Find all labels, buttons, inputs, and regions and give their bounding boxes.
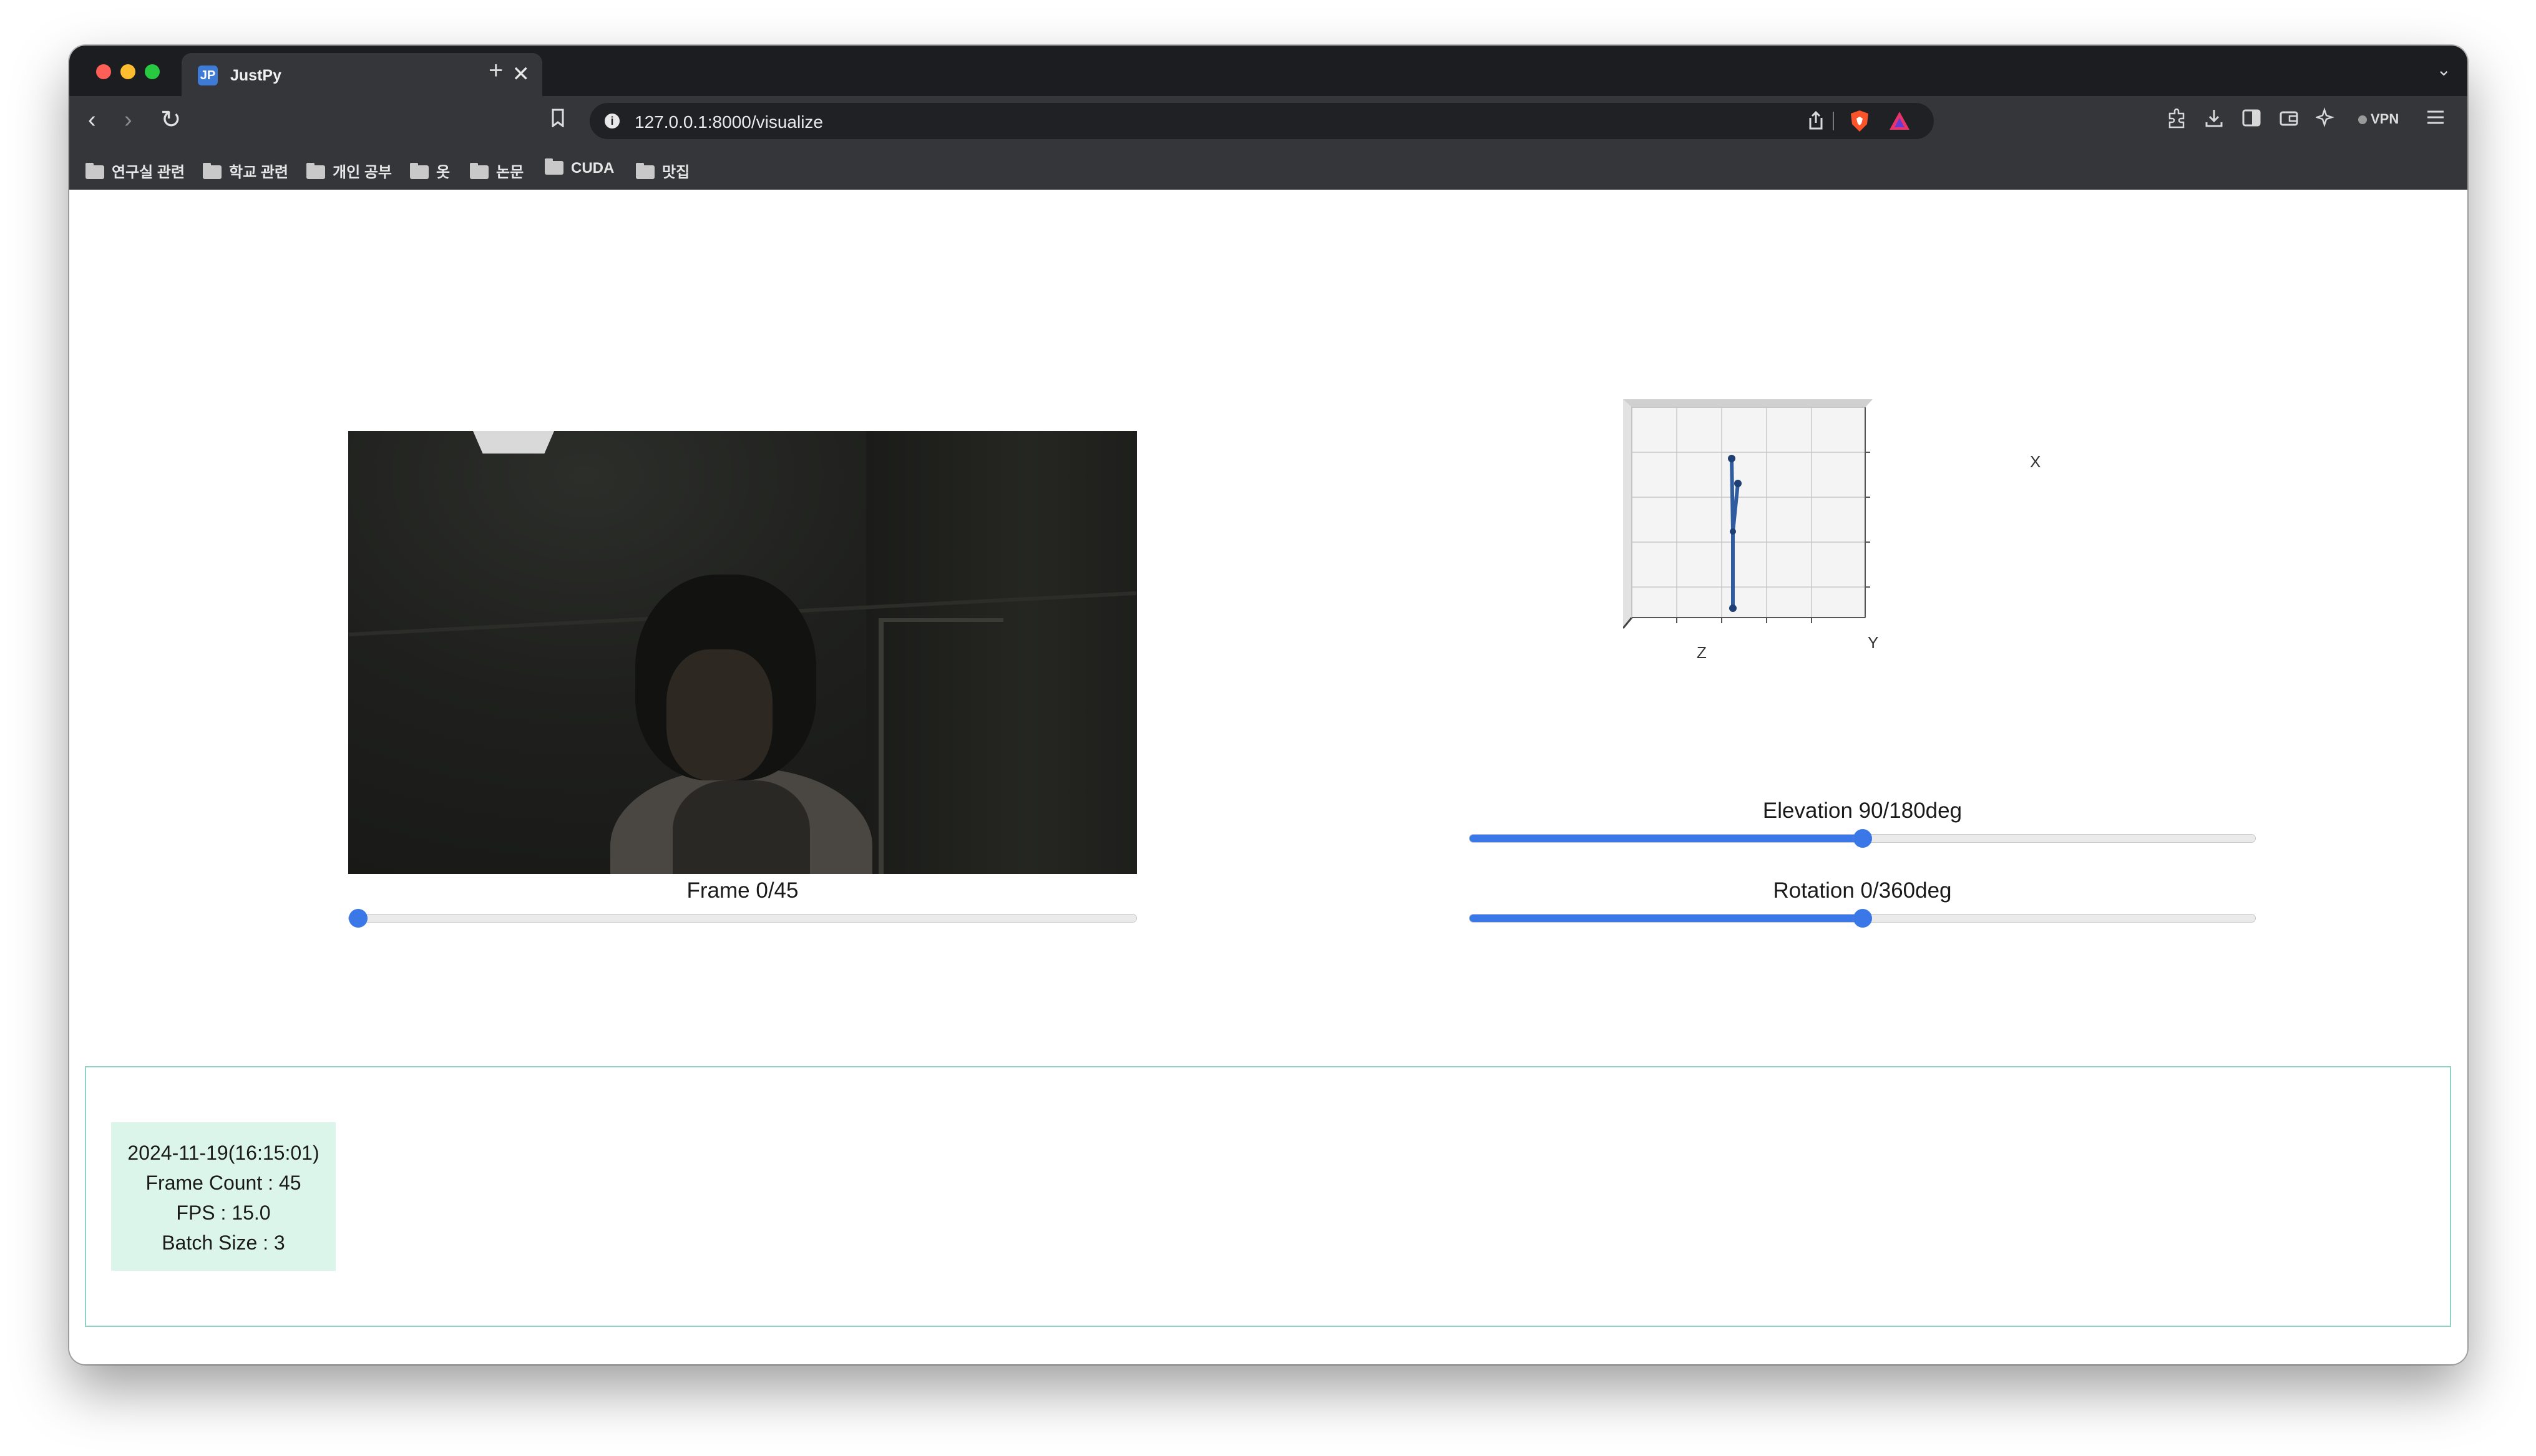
forward-button[interactable]: ›: [124, 106, 132, 133]
rotation-slider-fill: [1470, 915, 1863, 922]
bookmark-folder-label: 연구실 관련: [112, 164, 185, 181]
omnibox-divider: [1833, 112, 1834, 130]
tab-title: JustPy: [230, 67, 281, 84]
frame-slider[interactable]: [348, 909, 1137, 928]
bookmark-folder[interactable]: 개인 공부: [306, 160, 392, 182]
folder-icon: [306, 162, 325, 179]
share-icon[interactable]: [1808, 110, 1824, 135]
folder-icon: [636, 162, 655, 179]
browser-toolbar: ‹ › ↻ i 127.0.0.1:8000/visualize VPN: [69, 96, 2467, 146]
folder-icon: [470, 162, 489, 179]
bookmark-folder[interactable]: 논문: [470, 160, 524, 182]
bookmark-folder[interactable]: 학교 관련: [203, 160, 288, 182]
stats-box: 2024-11-19(16:15:01) Frame Count : 45 FP…: [111, 1122, 336, 1271]
new-tab-button[interactable]: +: [489, 57, 503, 84]
elevation-slider-thumb[interactable]: [1853, 829, 1872, 848]
fps-text: FPS : 15.0: [176, 1201, 271, 1224]
frame-slider-label: Frame 0/45: [686, 878, 799, 903]
bookmark-folder[interactable]: 연구실 관련: [85, 160, 185, 182]
back-button[interactable]: ‹: [88, 106, 96, 133]
y-axis-label: Y: [1868, 633, 1879, 652]
bookmark-folder-label: 논문: [496, 164, 524, 181]
folder-icon: [203, 162, 222, 179]
bookmark-folder-label: 개인 공부: [333, 164, 392, 181]
elevation-slider-fill: [1470, 835, 1863, 842]
pose-3d-plot[interactable]: X Y Z: [1622, 384, 2122, 708]
elevation-slider[interactable]: [1469, 829, 2256, 848]
datetime-text: 2024-11-19(16:15:01): [127, 1142, 319, 1164]
zoom-window-button[interactable]: [145, 64, 160, 79]
site-info-icon[interactable]: i: [605, 114, 620, 129]
page-content: Frame 0/45 X Y Z Elevation 90/180deg Rot…: [69, 190, 2467, 1364]
elevation-slider-label: Elevation 90/180deg: [1762, 798, 1963, 823]
reload-button[interactable]: ↻: [160, 106, 182, 133]
bookmark-folder[interactable]: CUDA: [545, 158, 615, 177]
brave-shields-icon[interactable]: [1848, 109, 1871, 133]
wallet-icon[interactable]: [2278, 107, 2299, 134]
bookmark-folder-label: CUDA: [571, 160, 615, 177]
url-text[interactable]: 127.0.0.1:8000/visualize: [635, 112, 823, 132]
bookmark-folder[interactable]: 맛집: [636, 160, 690, 182]
minimize-window-button[interactable]: [120, 64, 135, 79]
sidebar-icon[interactable]: [2241, 107, 2262, 134]
bookmark-folder-label: 맛집: [662, 164, 690, 181]
leo-ai-icon[interactable]: [2314, 107, 2337, 134]
address-bar[interactable]: i 127.0.0.1:8000/visualize: [590, 103, 1934, 139]
batch-size-text: Batch Size : 3: [162, 1231, 285, 1254]
x-axis-label: X: [2030, 452, 2041, 471]
info-panel: 2024-11-19(16:15:01) Frame Count : 45 FP…: [85, 1066, 2451, 1327]
downloads-icon[interactable]: [2203, 107, 2225, 134]
z-axis-label: Z: [1697, 643, 1707, 662]
folder-icon: [410, 162, 429, 179]
tab-search-chevron-icon[interactable]: ⌄: [2437, 59, 2451, 80]
bookmark-icon[interactable]: [551, 109, 565, 132]
bookmark-folder-label: 옷: [436, 164, 451, 181]
menu-icon[interactable]: [2426, 107, 2446, 132]
folder-icon: [545, 158, 563, 175]
video-frame-image: [348, 431, 1137, 874]
rotation-slider-thumb[interactable]: [1853, 909, 1872, 928]
extensions-icon[interactable]: [2166, 107, 2187, 134]
frame-slider-thumb[interactable]: [349, 909, 368, 928]
bookmarks-bar: 연구실 관련 학교 관련 개인 공부 옷 논문 CUDA 맛집: [69, 146, 2467, 190]
justpy-favicon-icon: JP: [198, 66, 218, 85]
frame-count-text: Frame Count : 45: [145, 1172, 301, 1194]
rotation-slider-label: Rotation 0/360deg: [1773, 878, 1952, 903]
bookmark-folder-label: 학교 관련: [229, 164, 288, 181]
vpn-status-icon: [2358, 115, 2367, 125]
tab-close-icon[interactable]: ✕: [512, 62, 530, 87]
folder-icon: [85, 162, 104, 179]
rotation-slider[interactable]: [1469, 909, 2256, 928]
tab-strip: JP JustPy ✕ + ⌄: [69, 46, 2467, 96]
vpn-button[interactable]: VPN: [2358, 111, 2399, 127]
close-window-button[interactable]: [96, 64, 111, 79]
vpn-label: VPN: [2371, 111, 2399, 127]
brave-rewards-icon[interactable]: [1888, 109, 1911, 133]
bookmark-folder[interactable]: 옷: [410, 160, 450, 182]
browser-window: JP JustPy ✕ + ⌄ ‹ › ↻ i 127.0.0.1:8000/v…: [69, 46, 2467, 1364]
